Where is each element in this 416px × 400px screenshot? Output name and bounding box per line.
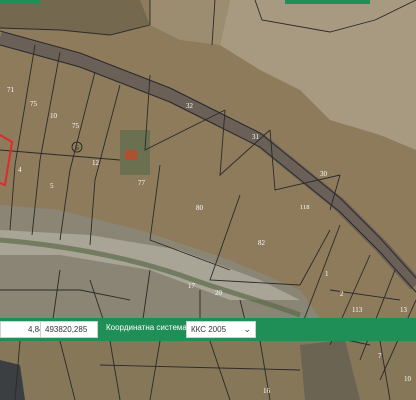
parcel-label: 77 [138, 179, 146, 187]
parcel-label: 13 [400, 306, 408, 314]
parcel-label: 4 [18, 166, 22, 174]
road-parcel-label: 118 [300, 204, 310, 211]
parcel-label: 2 [340, 290, 344, 298]
coordinate-system-label: Координатна система [106, 323, 187, 332]
top-toolbar-strip [285, 0, 370, 4]
parcel-label: 10 [50, 112, 58, 120]
top-toolbar-strip [0, 0, 40, 4]
parcel-label: 16 [263, 387, 271, 395]
circled-marker-label: 6 [75, 144, 79, 152]
parcel-label: 75 [30, 100, 38, 108]
parcel-label: 82 [258, 239, 266, 247]
parcel-label: 75 [72, 122, 80, 130]
parcel-label: 80 [196, 204, 204, 212]
parcel-label: 20 [215, 289, 223, 297]
parcel-label: 17 [188, 282, 196, 290]
parcel-label: 71 [7, 86, 15, 94]
coordinate-system-value: ККС 2005 [191, 325, 227, 334]
farm-roof [125, 150, 137, 160]
parcel-label: 7 [378, 352, 382, 360]
parcel-label: 12 [92, 159, 100, 167]
coordinate-system-select[interactable]: ККС 2005 ⌄ [186, 321, 256, 338]
parcel-label: 30 [320, 170, 328, 178]
y-coordinate-field[interactable]: 493820,285 [40, 321, 98, 338]
coordinate-panel: 4,847 Y 493820,285 Координатна система К… [0, 318, 416, 341]
parcel-label: 31 [252, 133, 260, 141]
parcel-label: 1 [325, 270, 329, 278]
parcel-label: 32 [186, 102, 194, 110]
parcel-label: 113 [352, 306, 363, 314]
chevron-down-icon: ⌄ [243, 324, 251, 334]
parcel-label: 10 [404, 375, 412, 383]
parcel-label: 5 [50, 182, 54, 190]
